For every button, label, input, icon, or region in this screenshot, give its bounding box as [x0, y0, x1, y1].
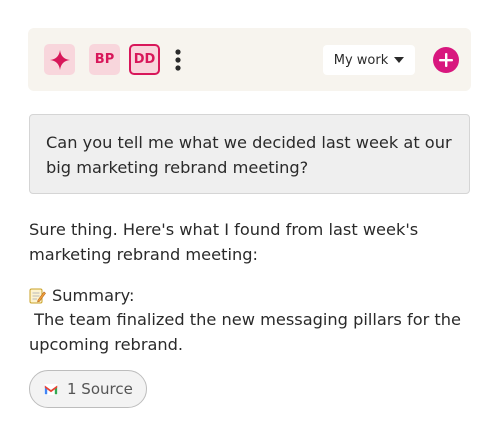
gmail-icon: [44, 383, 58, 395]
summary-text: The team finalized the new messaging pil…: [29, 307, 474, 357]
user-question-bubble: Can you tell me what we decided last wee…: [29, 114, 470, 194]
ai-assistant-button[interactable]: [44, 44, 75, 75]
sparkle-icon: [49, 49, 70, 70]
assistant-panel: BP DD My work Can you tell me what we de…: [0, 0, 500, 440]
add-button[interactable]: [433, 47, 459, 73]
caret-down-icon: [394, 57, 405, 63]
avatar-bp[interactable]: BP: [89, 44, 120, 75]
assistant-answer-intro: Sure thing. Here's what I found from las…: [29, 220, 419, 264]
summary-heading: Summary:: [29, 283, 135, 308]
vertical-ellipsis-icon: [175, 48, 181, 71]
summary-label: Summary:: [52, 286, 135, 305]
plus-icon: [439, 53, 453, 67]
avatar-dd-selected[interactable]: DD: [129, 44, 160, 75]
view-select-value: My work: [333, 52, 389, 68]
avatar-initials: BP: [94, 52, 115, 67]
avatar-initials: DD: [133, 52, 156, 67]
toolbar: BP DD My work: [28, 28, 471, 91]
sources-button-label: 1 Source: [67, 380, 133, 398]
summary-body: The team finalized the new messaging pil…: [29, 310, 461, 354]
sources-button[interactable]: 1 Source: [29, 370, 147, 408]
user-question-text: Can you tell me what we decided last wee…: [46, 133, 452, 177]
more-options-button[interactable]: [171, 46, 185, 73]
memo-icon: [29, 287, 46, 304]
view-select[interactable]: My work: [323, 45, 415, 75]
